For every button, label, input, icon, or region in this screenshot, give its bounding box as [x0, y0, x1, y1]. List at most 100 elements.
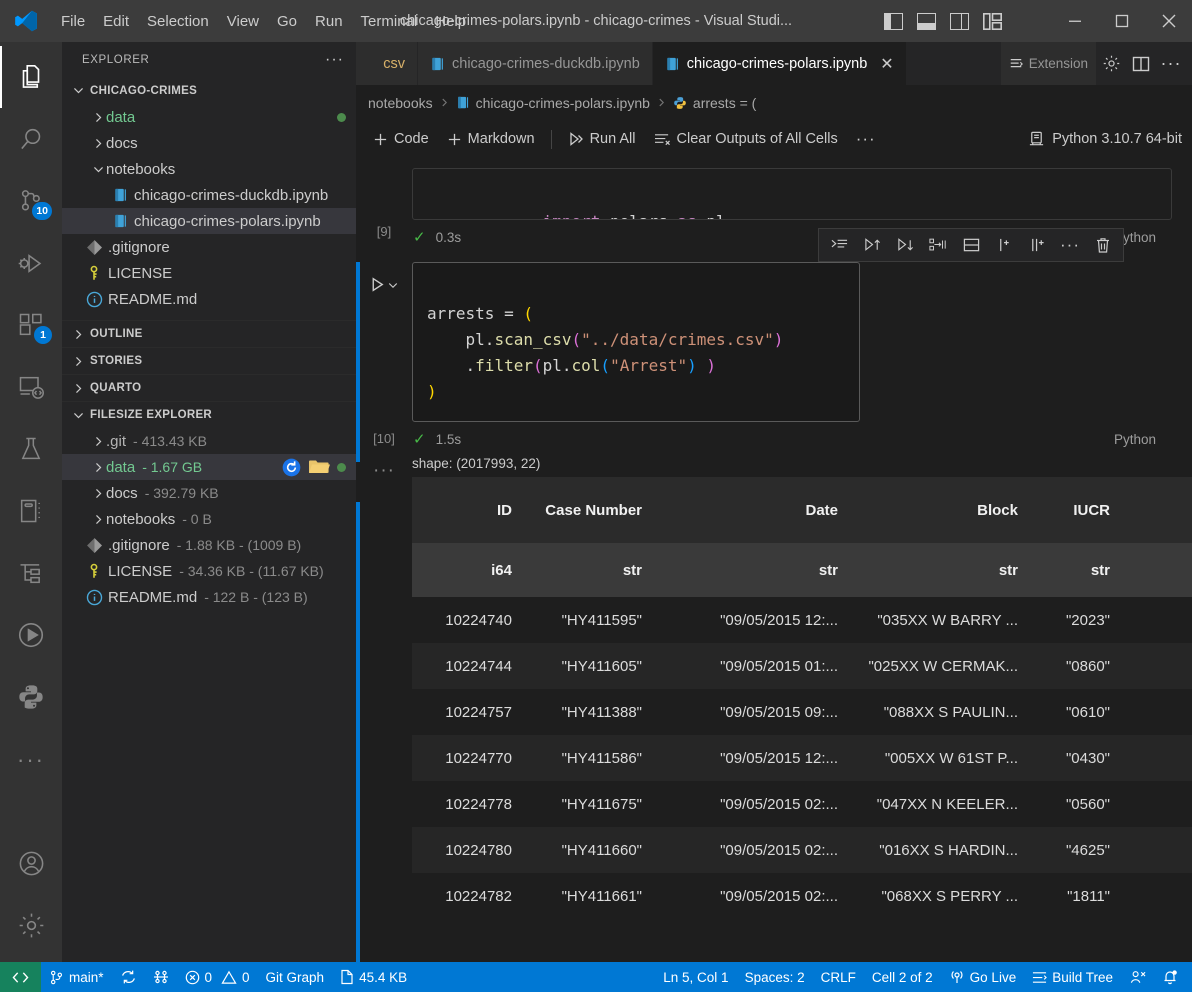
- filesize-item-git[interactable]: .git - 413.43 KB: [62, 428, 356, 454]
- cell-run-controls[interactable]: [369, 276, 399, 293]
- cell-position-indicator[interactable]: Cell 2 of 2: [864, 962, 941, 992]
- toggle-panel-icon[interactable]: [917, 12, 936, 30]
- menu-view[interactable]: View: [218, 9, 268, 34]
- notebook-body[interactable]: [9] import polars as pl ✓ 0.3s Python: [356, 158, 1192, 962]
- filesize-item-gitignore[interactable]: .gitignore - 1.88 KB - (1009 B): [62, 532, 356, 558]
- execute-above-icon[interactable]: [823, 230, 855, 260]
- menu-selection[interactable]: Selection: [138, 9, 218, 34]
- branch-button[interactable]: main*: [41, 962, 112, 992]
- delete-cell-icon[interactable]: [1087, 230, 1119, 260]
- activity-item-search[interactable]: [0, 108, 62, 170]
- split-editor-icon[interactable]: [1126, 42, 1156, 85]
- breadcrumb-item-notebooks[interactable]: notebooks: [368, 95, 433, 111]
- filesize-item-license[interactable]: LICENSE - 34.36 KB - (11.67 KB): [62, 558, 356, 584]
- activity-item-manage[interactable]: [0, 894, 62, 956]
- tree-item-gitignore[interactable]: .gitignore: [62, 234, 356, 260]
- activity-item-run-view[interactable]: [0, 604, 62, 666]
- gear-icon[interactable]: [1096, 42, 1126, 85]
- tab-close-icon[interactable]: ✕: [880, 54, 893, 74]
- section-header-filesize-explorer[interactable]: FILESIZE EXPLORER: [62, 401, 356, 428]
- code-editor-2[interactable]: arrests = ( pl.scan_csv("../data/crimes.…: [412, 262, 860, 422]
- activity-item-remote-explorer[interactable]: [0, 356, 62, 418]
- eol-button[interactable]: CRLF: [813, 962, 864, 992]
- toggle-primary-sidebar-icon[interactable]: [884, 12, 903, 30]
- kernel-selector[interactable]: Python 3.10.7 64-bit: [1018, 127, 1192, 152]
- section-header-stories[interactable]: STORIES: [62, 347, 356, 374]
- minimize-button[interactable]: [1051, 0, 1098, 42]
- tab-csv[interactable]: csv: [356, 42, 418, 85]
- run-all-button[interactable]: Run All: [559, 127, 645, 151]
- maximize-button[interactable]: [1098, 0, 1145, 42]
- git-changes-button[interactable]: [145, 962, 177, 992]
- add-code-cell-button[interactable]: Code: [364, 127, 438, 151]
- close-button[interactable]: [1145, 0, 1192, 42]
- menu-file[interactable]: File: [52, 9, 94, 34]
- clear-outputs-button[interactable]: Clear Outputs of All Cells: [645, 127, 847, 151]
- tab-chicago-crimes-polars[interactable]: chicago-crimes-polars.ipynb ✕: [652, 42, 907, 85]
- cursor-position-button[interactable]: Ln 5, Col 1: [655, 962, 736, 992]
- menu-edit[interactable]: Edit: [94, 9, 138, 34]
- toolbar-more-icon[interactable]: ···: [847, 125, 885, 153]
- filesize-item-readme[interactable]: README.md - 122 B - (123 B): [62, 584, 356, 610]
- tree-item-data[interactable]: data: [62, 104, 356, 130]
- refresh-icon[interactable]: [282, 458, 301, 477]
- activity-item-explorer[interactable]: [0, 46, 62, 108]
- problems-button[interactable]: 0 0: [177, 962, 258, 992]
- tree-item-readme[interactable]: README.md: [62, 286, 356, 312]
- filesize-item-docs[interactable]: docs - 392.79 KB: [62, 480, 356, 506]
- run-below-icon[interactable]: [889, 230, 921, 260]
- notebook-cell-2[interactable]: [10] ··· arrests = (pl.scan_csv("../dat…: [356, 228, 1192, 462]
- go-live-button[interactable]: Go Live: [941, 962, 1025, 992]
- section-header-chicago-crimes[interactable]: CHICAGO-CRIMES: [62, 77, 356, 104]
- split-cell-icon[interactable]: [922, 230, 954, 260]
- activity-item-accounts[interactable]: [0, 832, 62, 894]
- add-markdown-cell-button[interactable]: Markdown: [438, 127, 544, 151]
- notifications-button[interactable]: [1154, 962, 1192, 992]
- activity-item-extensions[interactable]: 1: [0, 294, 62, 356]
- folder-open-icon[interactable]: [308, 458, 330, 476]
- sidebar-more-actions-icon[interactable]: ···: [325, 51, 344, 69]
- activity-item-python[interactable]: [0, 666, 62, 728]
- breadcrumb-item-symbol[interactable]: arrests = (: [693, 95, 756, 111]
- chevron-down-icon[interactable]: [387, 279, 399, 291]
- remote-window-button[interactable]: [0, 962, 41, 992]
- output-more-actions-icon[interactable]: ···: [356, 456, 412, 919]
- menu-run[interactable]: Run: [306, 9, 352, 34]
- merge-cell-icon[interactable]: [955, 230, 987, 260]
- activity-item-build-tree[interactable]: [0, 542, 62, 604]
- tree-item-docs[interactable]: docs: [62, 130, 356, 156]
- activity-item-testing[interactable]: [0, 418, 62, 480]
- tree-item-notebooks[interactable]: notebooks: [62, 156, 356, 182]
- activity-item-more-views[interactable]: ···: [0, 728, 62, 790]
- menu-terminal[interactable]: Terminal: [352, 9, 427, 34]
- menu-go[interactable]: Go: [268, 9, 306, 34]
- git-graph-button[interactable]: Git Graph: [258, 962, 333, 992]
- filesize-item-data[interactable]: data - 1.67 GB: [62, 454, 356, 480]
- more-actions-icon[interactable]: ···: [1054, 230, 1086, 260]
- activity-item-run-and-debug[interactable]: [0, 232, 62, 294]
- feedback-button[interactable]: [1121, 962, 1154, 992]
- insert-cell-above-icon[interactable]: [988, 230, 1020, 260]
- tree-item-license[interactable]: LICENSE: [62, 260, 356, 286]
- tree-item-chicago-crimes-polars[interactable]: chicago-crimes-polars.ipynb: [62, 208, 356, 234]
- indentation-button[interactable]: Spaces: 2: [737, 962, 813, 992]
- section-header-quarto[interactable]: QUARTO: [62, 374, 356, 401]
- section-header-outline[interactable]: OUTLINE: [62, 320, 356, 347]
- breadcrumb-item-file[interactable]: chicago-crimes-polars.ipynb: [476, 95, 650, 111]
- run-cell-icon[interactable]: [369, 276, 386, 293]
- tree-item-chicago-crimes-duckdb[interactable]: chicago-crimes-duckdb.ipynb: [62, 182, 356, 208]
- activity-item-source-control[interactable]: 10: [0, 170, 62, 232]
- build-tree-button[interactable]: Build Tree: [1024, 962, 1121, 992]
- tab-extension[interactable]: Extension: [1000, 42, 1096, 85]
- toggle-secondary-sidebar-icon[interactable]: [950, 12, 969, 30]
- activity-item-notebook-tools[interactable]: [0, 480, 62, 542]
- insert-cell-below-icon[interactable]: [1021, 230, 1053, 260]
- filesize-item-notebooks[interactable]: notebooks - 0 B: [62, 506, 356, 532]
- sync-button[interactable]: [112, 962, 145, 992]
- file-size-indicator[interactable]: 45.4 KB: [332, 962, 415, 992]
- more-actions-icon[interactable]: ···: [1156, 42, 1186, 85]
- customize-layout-icon[interactable]: [983, 12, 1002, 30]
- menu-help[interactable]: Help: [426, 9, 475, 34]
- tab-chicago-crimes-duckdb[interactable]: chicago-crimes-duckdb.ipynb: [418, 42, 653, 85]
- code-editor-1[interactable]: import polars as pl: [412, 168, 1172, 220]
